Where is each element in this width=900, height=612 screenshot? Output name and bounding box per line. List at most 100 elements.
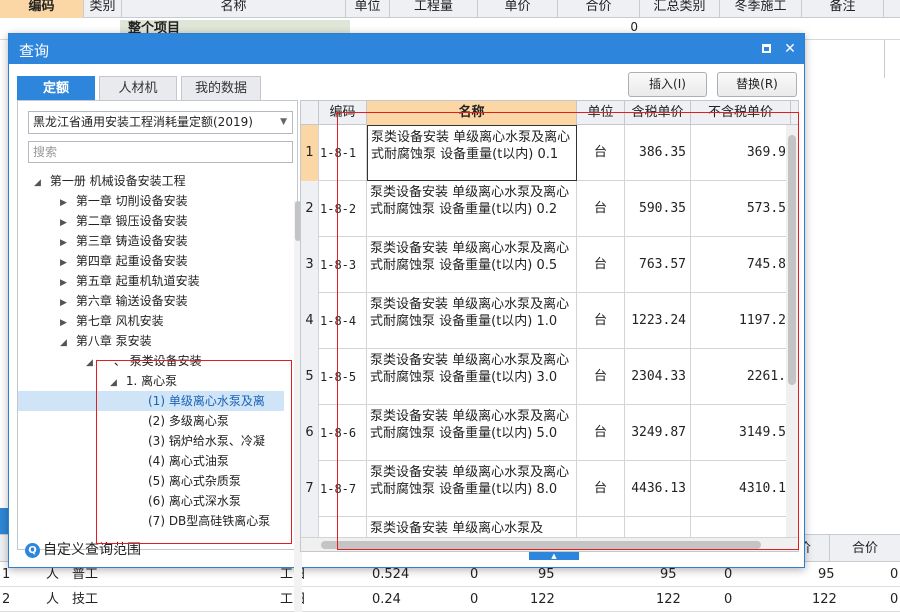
tree-item-label: 第三章 铸造设备安装 — [75, 234, 188, 248]
bg-bottom-row[interactable]: 2 人 技工 工日 0.24 0 122 122 0 122 0 — [0, 587, 900, 612]
row-unit: 台 — [577, 181, 625, 237]
bg-row-type: 人 — [46, 592, 60, 607]
tree-collapsed-icon[interactable]: ▶ — [60, 213, 72, 233]
tree-item-label: (1) 单级离心水泵及离 — [148, 394, 265, 408]
tree-collapsed-icon[interactable]: ▶ — [60, 293, 72, 313]
tree-item-chapter[interactable]: ▶ 第一章 切削设备安装 — [60, 191, 188, 211]
row-index: 5 — [301, 349, 319, 405]
row-code: 1-8-2 — [319, 181, 367, 237]
dialog-title: 查询 — [19, 42, 50, 60]
tree-item-chapter[interactable]: ▶ 第四章 起重设备安装 — [60, 251, 188, 271]
dialog-titlebar[interactable]: 查询 ✕ — [9, 34, 804, 64]
th-code[interactable]: 编码 — [319, 101, 367, 125]
bg-bottom-col-total[interactable]: 合价 — [830, 535, 900, 563]
table-vscroll-thumb[interactable] — [788, 135, 796, 385]
tree-collapsed-icon[interactable]: ▶ — [60, 193, 72, 213]
bg-col-summary[interactable]: 汇总类别 — [640, 0, 720, 18]
custom-query-link[interactable]: Q 自定义查询范围 — [25, 539, 141, 559]
tree-item-chapter[interactable]: ▶ 第七章 风机安装 — [60, 311, 164, 331]
row-tax-price: 3249.87 — [625, 405, 691, 461]
tree-item-leaf[interactable]: (5) 离心式杂质泵 — [148, 471, 241, 491]
table-vertical-scrollbar[interactable] — [786, 125, 798, 537]
bg-col-total[interactable]: 合价 — [558, 0, 640, 18]
tree-item-chapter[interactable]: ▶ 第三章 铸造设备安装 — [60, 231, 188, 251]
tree-collapsed-icon[interactable]: ▶ — [60, 233, 72, 253]
tab-materials[interactable]: 人材机 — [99, 76, 177, 100]
tree-item-leaf[interactable]: (2) 多级离心泵 — [148, 411, 229, 431]
tree-item-section[interactable]: ◢ 一、 泵类设备安装 — [86, 351, 202, 371]
tree-item-leaf[interactable]: (4) 离心式油泵 — [148, 451, 229, 471]
tree-item-label: 第二章 锻压设备安装 — [75, 214, 188, 228]
row-code: 1-8-3 — [319, 237, 367, 293]
row-code: 1-8-1 — [319, 125, 367, 181]
table-row[interactable]: 1 1-8-1 泵类设备安装 单级离心水泵及离心式耐腐蚀泵 设备重量(t以内) … — [301, 125, 798, 181]
tree-expanded-icon[interactable]: ◢ — [110, 373, 122, 393]
tree-expanded-icon[interactable]: ◢ — [34, 173, 46, 193]
th-notax-price[interactable]: 不含税单价 — [691, 101, 791, 125]
search-input[interactable]: 搜索 — [28, 141, 293, 163]
tree-collapsed-icon[interactable]: ▶ — [60, 253, 72, 273]
th-name[interactable]: 名称 — [367, 101, 577, 125]
tree-item-chapter[interactable]: ▶ 第二章 锻压设备安装 — [60, 211, 188, 231]
table-hscroll-thumb[interactable] — [321, 541, 761, 549]
tree-item-chapter[interactable]: ▶ 第五章 起重机轨道安装 — [60, 271, 200, 291]
tree-item-book1[interactable]: ◢ 第一册 机械设备安装工程 — [34, 171, 186, 191]
tree-item-label: (4) 离心式油泵 — [148, 454, 229, 468]
replace-button[interactable]: 替换(R) — [717, 72, 797, 97]
splitter-handle[interactable]: ▲ — [529, 552, 579, 560]
bg-col-name[interactable]: 名称 — [122, 0, 346, 18]
tree-item-leaf[interactable]: (7) DB型高硅铁离心泵 — [148, 511, 270, 531]
bg-col-winter[interactable]: 冬季施工 — [720, 0, 802, 18]
table-row[interactable]: 2 1-8-2 泵类设备安装 单级离心水泵及离心式耐腐蚀泵 设备重量(t以内) … — [301, 181, 798, 237]
table-row[interactable]: 6 1-8-6 泵类设备安装 单级离心水泵及离心式耐腐蚀泵 设备重量(t以内) … — [301, 405, 798, 461]
bg-col-qty[interactable]: 工程量 — [390, 0, 478, 18]
close-icon[interactable]: ✕ — [781, 40, 799, 58]
tree-item-label: 第五章 起重机轨道安装 — [75, 274, 200, 288]
row-tax-price: 763.57 — [625, 237, 691, 293]
search-icon: Q — [25, 542, 40, 558]
bg-row-v6: 0 — [890, 567, 899, 582]
bg-col-note[interactable]: 备注 — [802, 0, 884, 18]
table-row[interactable]: 3 1-8-3 泵类设备安装 单级离心水泵及离心式耐腐蚀泵 设备重量(t以内) … — [301, 237, 798, 293]
tree-expanded-icon[interactable]: ◢ — [86, 353, 98, 373]
library-select[interactable]: 黑龙江省通用安装工程消耗量定额(2019) ▼ — [28, 111, 293, 134]
tree-item-chapter[interactable]: ◢ 第八章 泵安装 — [60, 331, 152, 351]
table-horizontal-scrollbar[interactable] — [301, 537, 798, 551]
table-row[interactable]: 5 1-8-5 泵类设备安装 单级离心水泵及离心式耐腐蚀泵 设备重量(t以内) … — [301, 349, 798, 405]
row-unit: 台 — [577, 405, 625, 461]
row-unit: 台 — [577, 293, 625, 349]
left-panel: 黑龙江省通用安装工程消耗量定额(2019) ▼ 搜索 ◢ 第一册 机械设备安装工… — [17, 100, 302, 612]
tab-my-data[interactable]: 我的数据 — [181, 76, 261, 100]
row-unit: 台 — [577, 349, 625, 405]
chevron-down-icon[interactable]: ▼ — [280, 112, 287, 133]
th-tax-price[interactable]: 含税单价 — [625, 101, 691, 125]
tree-item-leaf[interactable]: (6) 离心式深水泵 — [148, 491, 241, 511]
tree-item-label: 第一册 机械设备安装工程 — [49, 174, 186, 188]
tree-item-subsection[interactable]: ◢ 1. 离心泵 — [110, 371, 177, 391]
table-row[interactable]: 4 1-8-4 泵类设备安装 单级离心水泵及离心式耐腐蚀泵 设备重量(t以内) … — [301, 293, 798, 349]
row-name: 泵类设备安装 单级离心水泵及离心式耐腐蚀泵 设备重量(t以内) 0.1 — [367, 125, 577, 181]
tree-collapsed-icon[interactable]: ▶ — [60, 273, 72, 293]
row-index: 7 — [301, 461, 319, 517]
row-tax-price: 386.35 — [625, 125, 691, 181]
tab-quota[interactable]: 定额 — [17, 76, 95, 100]
bg-col-price[interactable]: 单价 — [478, 0, 558, 18]
table-row[interactable]: 7 1-8-7 泵类设备安装 单级离心水泵及离心式耐腐蚀泵 设备重量(t以内) … — [301, 461, 798, 517]
row-index: 4 — [301, 293, 319, 349]
th-unit[interactable]: 单位 — [577, 101, 625, 125]
maximize-icon[interactable] — [757, 40, 775, 58]
bg-row-idx: 2 — [2, 592, 11, 607]
row-notax-price: 3149.5 — [691, 405, 791, 461]
tree-expanded-icon[interactable]: ◢ — [60, 333, 72, 353]
tree-item-label: (2) 多级离心泵 — [148, 414, 229, 428]
tree-collapsed-icon[interactable]: ▶ — [60, 313, 72, 333]
tree-item-label: (5) 离心式杂质泵 — [148, 474, 241, 488]
tree-item-chapter[interactable]: ▶ 第六章 输送设备安装 — [60, 291, 188, 311]
tree-item-leaf[interactable]: (3) 锅炉给水泵、冷凝 — [148, 431, 265, 451]
row-tax-price: 4436.13 — [625, 461, 691, 517]
bg-col-type[interactable]: 类别 — [84, 0, 122, 18]
insert-button[interactable]: 插入(I) — [628, 72, 707, 97]
bg-col-unit[interactable]: 单位 — [346, 0, 390, 18]
bg-col-code[interactable]: 编码 — [0, 0, 84, 18]
tree-item-leaf-selected[interactable]: (1) 单级离心水泵及离 — [18, 391, 284, 411]
